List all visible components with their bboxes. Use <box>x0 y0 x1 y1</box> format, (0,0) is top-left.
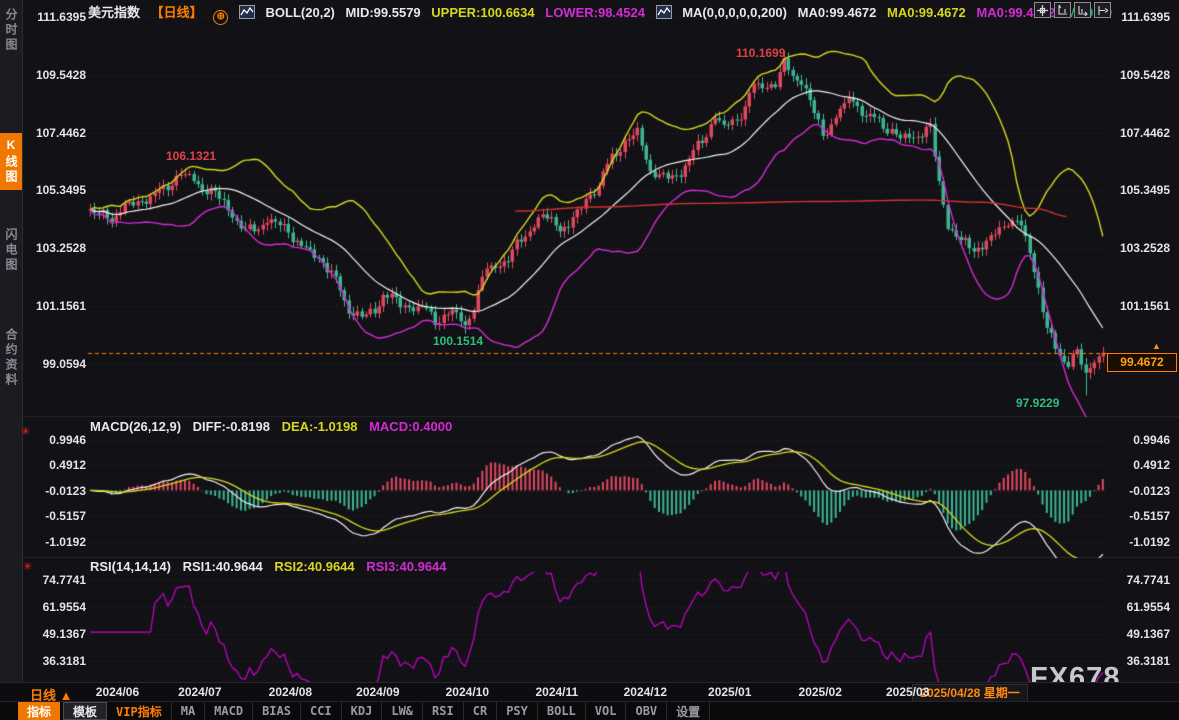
xtick-2024/11: 2024/11 <box>522 685 592 699</box>
tab-PSY[interactable]: PSY <box>497 702 538 720</box>
tab-设置[interactable]: 设置 <box>667 702 710 720</box>
chart-legend: 美元指数 【日线】 ⊕ BOLL(20,2) MID:99.5579 UPPER… <box>88 2 1119 18</box>
boll-indicator-icon <box>239 5 255 19</box>
sidebar-item-2[interactable]: 闪电图 <box>0 228 22 273</box>
xtick-2025/02: 2025/02 <box>785 685 855 699</box>
ytick-left-2-2: 49.1367 <box>24 627 86 641</box>
sidebar-item-0[interactable]: 分时图 <box>0 8 22 53</box>
xtick-2025/01: 2025/01 <box>695 685 765 699</box>
macd-pane-header: MACD(26,12,9) DIFF:-0.8198 DEA:-1.0198 M… <box>90 419 460 434</box>
pan-right-icon[interactable] <box>1094 2 1111 18</box>
xtick-2025/03: 2025/03 <box>873 685 943 699</box>
rsi1-value: RSI1:40.9644 <box>183 559 263 574</box>
tab-OBV[interactable]: OBV <box>626 702 667 720</box>
boll-mid-value: MID:99.5579 <box>346 5 421 20</box>
rsi2-value: RSI2:40.9644 <box>274 559 354 574</box>
ytick-left-0-4: 103.2528 <box>24 241 86 255</box>
ytick-right-0-4: 103.2528 <box>1108 241 1170 255</box>
ytick-left-2-1: 61.9554 <box>24 600 86 614</box>
chart-control-buttons <box>1034 2 1111 18</box>
ma-value-1: MA0:99.4672 <box>887 5 966 20</box>
rsi-pane-header: RSI(14,14,14) RSI1:40.9644 RSI2:40.9644 … <box>90 559 455 574</box>
sidebar-item-1[interactable]: K线图 <box>0 133 22 190</box>
ytick-left-0-3: 105.3495 <box>24 183 86 197</box>
bottom-toolbar: 指标模板VIP指标MAMACDBIASCCIKDJLW&RSICRPSYBOLL… <box>0 701 1179 720</box>
boll-upper-value: UPPER:100.6634 <box>431 5 534 20</box>
price-arrow-icon: ▲ <box>1152 341 1161 351</box>
last-price-tag: 99.4672 <box>1107 353 1177 372</box>
period-tag: 【日线】 <box>151 5 203 20</box>
ytick-right-0-1: 109.5428 <box>1108 68 1170 82</box>
ytick-left-0-2: 107.4462 <box>24 126 86 140</box>
ytick-left-2-3: 36.3181 <box>24 654 86 668</box>
xtick-2024/06: 2024/06 <box>82 685 152 699</box>
scale-y-axis-icon[interactable] <box>1054 2 1071 18</box>
tab-模板[interactable]: 模板 <box>63 702 107 720</box>
xtick-2024/12: 2024/12 <box>610 685 680 699</box>
x-axis-row: 日线 ▲ 2025/04/28 星期一 2024/062024/072024/0… <box>0 682 1179 702</box>
rsi-pane-marker-icon[interactable]: ✳ <box>23 562 32 573</box>
scale-x-axis-icon[interactable] <box>1074 2 1091 18</box>
ytick-right-0-2: 107.4462 <box>1108 126 1170 140</box>
xtick-2024/10: 2024/10 <box>432 685 502 699</box>
ytick-left-1-1: 0.4912 <box>24 458 86 472</box>
chart-canvas[interactable] <box>0 0 1179 720</box>
ytick-right-1-0: 0.9946 <box>1108 433 1170 447</box>
ytick-left-1-3: -0.5157 <box>24 509 86 523</box>
tab-CR[interactable]: CR <box>464 702 497 720</box>
tab-VOL[interactable]: VOL <box>586 702 627 720</box>
tab-VIP指标[interactable]: VIP指标 <box>107 702 172 720</box>
ytick-right-1-1: 0.4912 <box>1108 458 1170 472</box>
macd-pane-marker-icon[interactable]: ✳ <box>21 427 30 438</box>
tab-CCI[interactable]: CCI <box>301 702 342 720</box>
ytick-right-1-2: -0.0123 <box>1108 484 1170 498</box>
ma-value-0: MA0:99.4672 <box>798 5 877 20</box>
macd-diff-value: DIFF:-0.8198 <box>193 419 270 434</box>
ytick-right-2-2: 49.1367 <box>1108 627 1170 641</box>
app-window: 分时图 K线图闪电图合约资料 美元指数 【日线】 ⊕ BOLL(20,2) MID… <box>0 0 1179 720</box>
boll-name: BOLL(20,2) <box>266 5 335 20</box>
ytick-left-0-1: 109.5428 <box>24 68 86 82</box>
ytick-right-2-0: 74.7741 <box>1108 573 1170 587</box>
tab-BOLL[interactable]: BOLL <box>538 702 586 720</box>
ytick-left-0-0: 111.6395 <box>24 10 86 24</box>
rsi3-value: RSI3:40.9644 <box>366 559 446 574</box>
ytick-left-0-5: 101.1561 <box>24 299 86 313</box>
tab-LW&[interactable]: LW& <box>382 702 423 720</box>
price-annotation-0: 106.1321 <box>166 149 216 163</box>
ytick-left-1-4: -1.0192 <box>24 535 86 549</box>
sidebar-item-3[interactable]: 合约资料 <box>0 328 22 388</box>
left-sidebar: 分时图 K线图闪电图合约资料 <box>0 0 23 720</box>
ytick-right-0-5: 101.1561 <box>1108 299 1170 313</box>
price-annotation-2: 100.1514 <box>433 334 483 348</box>
macd-macd-value: MACD:0.4000 <box>369 419 452 434</box>
tab-指标[interactable]: 指标 <box>18 702 60 720</box>
ytick-left-1-2: -0.0123 <box>24 484 86 498</box>
tab-KDJ[interactable]: KDJ <box>342 702 383 720</box>
tab-MACD[interactable]: MACD <box>205 702 253 720</box>
ma-name: MA(0,0,0,0,0,200) <box>682 5 787 20</box>
price-annotation-1: 110.1699 <box>736 46 785 60</box>
ytick-left-0-6: 99.0594 <box>24 357 86 371</box>
crosshair-icon[interactable] <box>1034 2 1051 18</box>
ma-indicator-icon <box>656 5 672 19</box>
ytick-right-1-4: -1.0192 <box>1108 535 1170 549</box>
xtick-2024/07: 2024/07 <box>165 685 235 699</box>
ytick-left-1-0: 0.9946 <box>24 433 86 447</box>
macd-dea-value: DEA:-1.0198 <box>282 419 358 434</box>
tab-RSI[interactable]: RSI <box>423 702 464 720</box>
price-annotation-3: 97.9229 <box>1016 396 1059 410</box>
tab-BIAS[interactable]: BIAS <box>253 702 301 720</box>
ytick-right-2-1: 61.9554 <box>1108 600 1170 614</box>
symbol-title: 美元指数 <box>88 5 140 20</box>
xtick-2024/08: 2024/08 <box>255 685 325 699</box>
tab-MA[interactable]: MA <box>172 702 205 720</box>
ytick-right-1-3: -0.5157 <box>1108 509 1170 523</box>
xtick-2024/09: 2024/09 <box>343 685 413 699</box>
ytick-left-2-0: 74.7741 <box>24 573 86 587</box>
macd-name: MACD(26,12,9) <box>90 419 181 434</box>
boll-lower-value: LOWER:98.4524 <box>545 5 645 20</box>
ytick-right-0-3: 105.3495 <box>1108 183 1170 197</box>
rsi-name: RSI(14,14,14) <box>90 559 171 574</box>
